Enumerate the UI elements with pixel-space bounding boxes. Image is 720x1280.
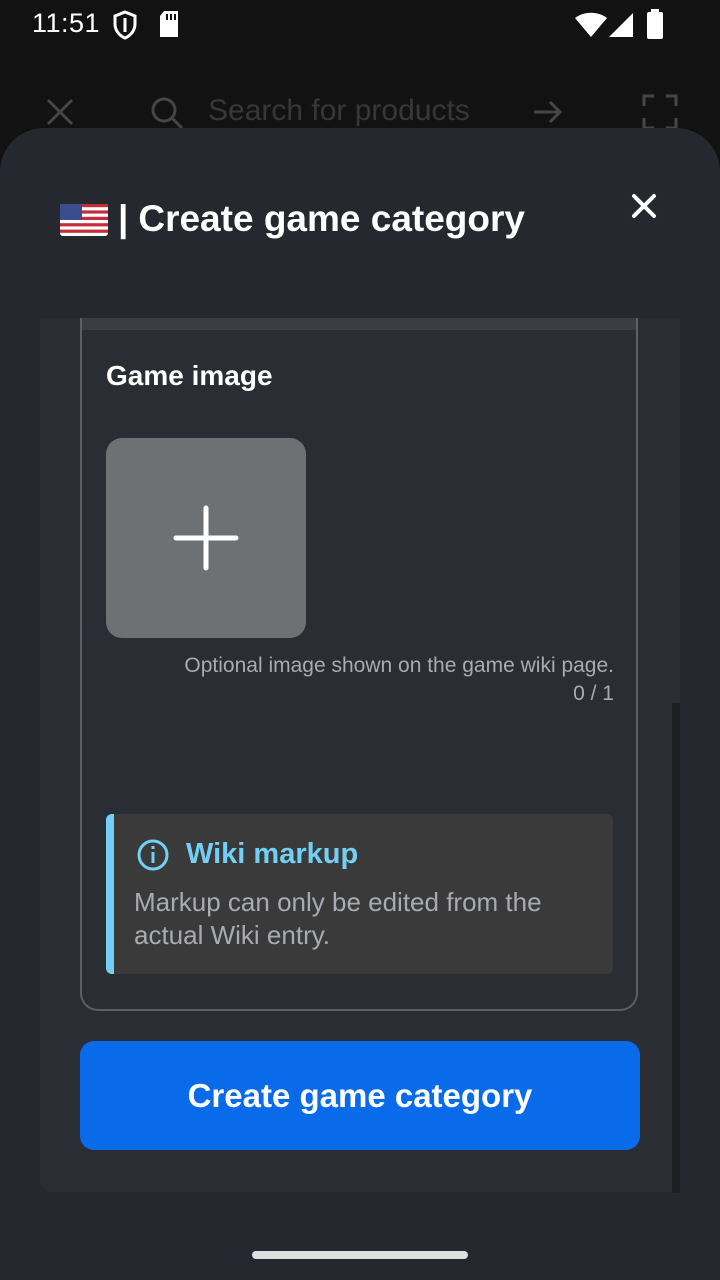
notice-body: Markup can only be edited from the actua… (134, 887, 542, 950)
sheet-title: | Create game category (60, 198, 525, 240)
shield-icon (112, 10, 138, 45)
us-flag-icon (60, 203, 108, 236)
create-game-category-button[interactable]: Create game category (80, 1041, 640, 1150)
background-search-placeholder: Search for products (208, 94, 470, 127)
add-image-button[interactable] (106, 438, 306, 638)
home-indicator[interactable] (252, 1251, 468, 1259)
sheet-title-text: Create game category (138, 198, 525, 239)
battery-icon (646, 9, 664, 44)
wifi-icon (574, 12, 608, 43)
status-bar: 11:51 (0, 0, 720, 48)
status-time: 11:51 (32, 8, 101, 38)
close-button[interactable] (624, 186, 664, 226)
wiki-markup-notice: Wiki markup Markup can only be edited fr… (106, 814, 613, 974)
notice-title: Wiki markup (186, 838, 359, 870)
plus-icon (173, 505, 239, 571)
sd-card-icon (158, 10, 180, 43)
title-separator: | (118, 198, 129, 239)
info-icon (136, 838, 170, 872)
notice-accent-bar (106, 814, 114, 974)
close-icon (632, 194, 656, 218)
scrollbar[interactable] (672, 703, 680, 1193)
form-scroll-area[interactable]: Game image Optional image shown on the g… (40, 318, 680, 1192)
signal-icon (608, 12, 634, 43)
image-helper-text: Optional image shown on the game wiki pa… (184, 654, 614, 677)
bottom-sheet: | Create game category Game image Option… (0, 128, 720, 1280)
game-image-title: Game image (106, 360, 273, 391)
image-counter: 0 / 1 (573, 682, 614, 705)
